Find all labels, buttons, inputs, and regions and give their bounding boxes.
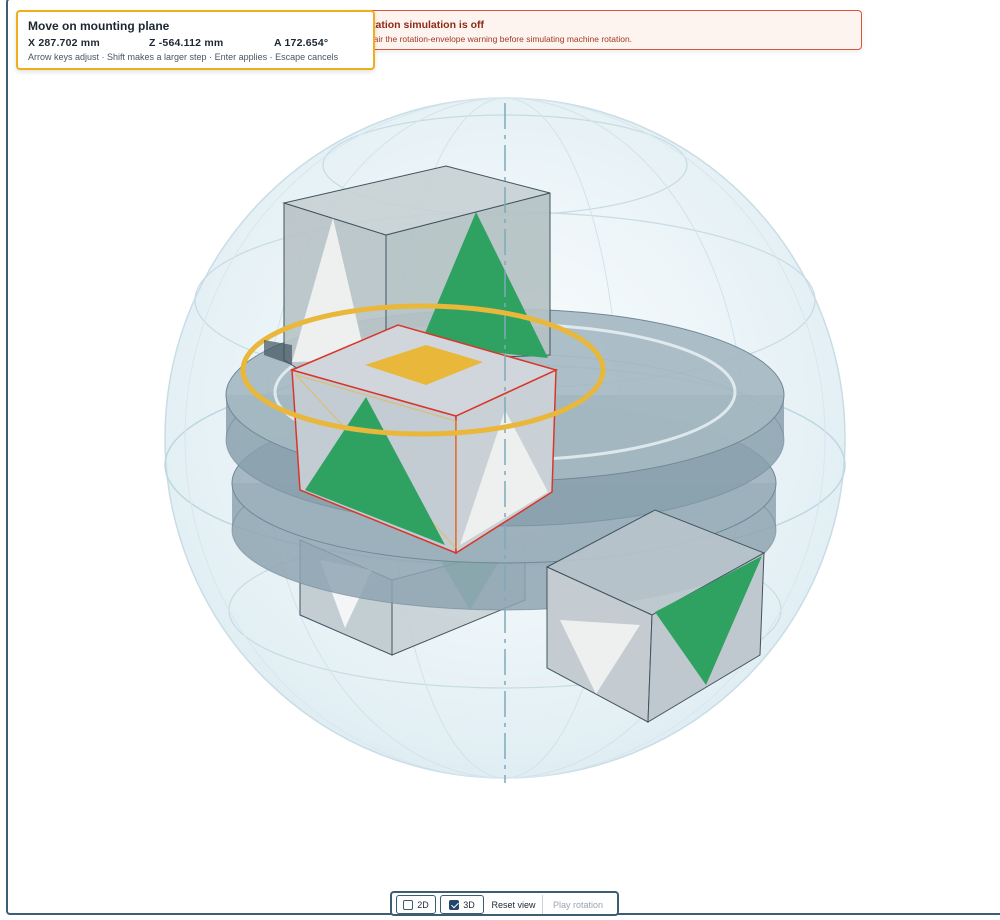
move-on-mounting-plane-panel: Move on mounting plane X 287.702 mm Z -5…	[16, 10, 375, 70]
view-2d-toggle[interactable]: 2D	[396, 895, 436, 914]
reset-view-button[interactable]: Reset view	[485, 895, 543, 914]
view-2d-label: 2D	[417, 899, 429, 910]
x-coordinate: X 287.702 mm	[28, 37, 100, 49]
panel-title: Move on mounting plane	[28, 19, 170, 33]
z-coordinate: Z -564.112 mm	[149, 37, 224, 49]
3d-viewport[interactable]	[0, 0, 1000, 920]
checkbox-3d-checked-icon	[449, 899, 460, 910]
warning-title: Rotation simulation is off	[358, 19, 484, 31]
view-3d-toggle[interactable]: 3D	[440, 895, 484, 914]
play-rotation-button[interactable]: Play rotation	[544, 895, 612, 914]
angle-a: A 172.654°	[274, 37, 329, 49]
view-3d-label: 3D	[463, 899, 475, 910]
checkbox-2d-icon	[403, 899, 414, 910]
rotation-warning-banner: Rotation simulation is off Repair the ro…	[344, 10, 862, 50]
view-toolbar: 2D 3D Reset view Play rotation	[390, 891, 619, 916]
warning-body: Repair the rotation-envelope warning bef…	[358, 34, 633, 44]
keyboard-hint: Arrow keys adjust · Shift makes a larger…	[28, 52, 339, 62]
